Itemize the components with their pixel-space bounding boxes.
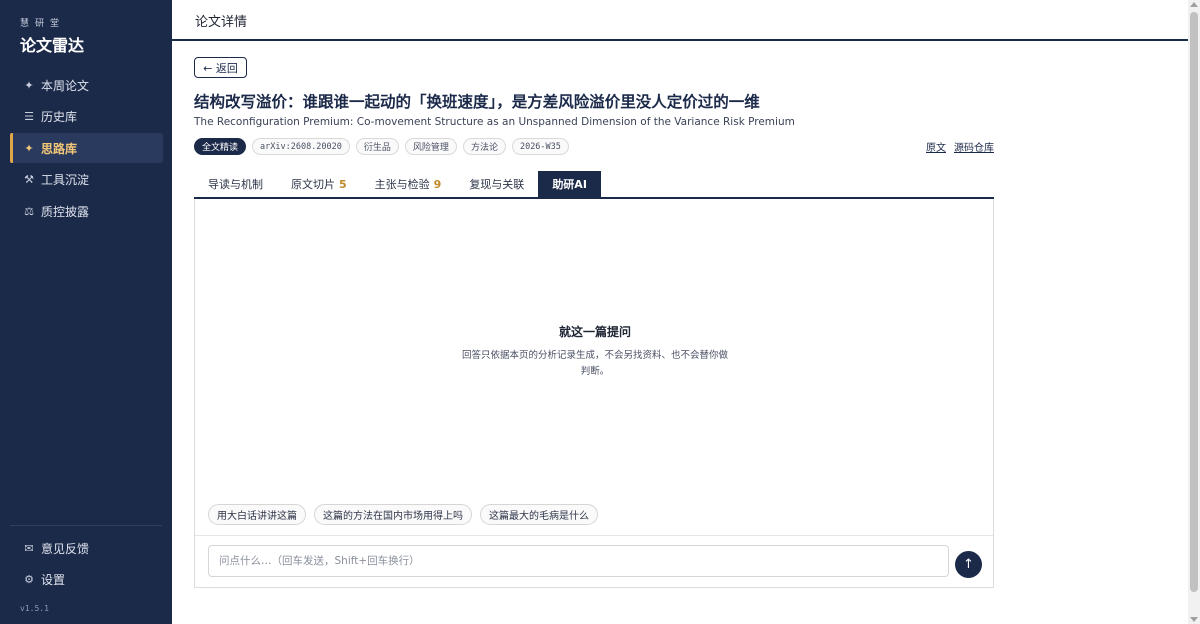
empty-state-description: 回答只依据本页的分析记录生成，不会另找资料、也不会替你做判断。: [461, 350, 728, 377]
page-title: 论文详情: [195, 15, 248, 30]
arrow-up-icon: ↑: [963, 557, 974, 572]
back-button[interactable]: ← 返回: [194, 57, 247, 78]
sidebar-divider: [10, 525, 162, 526]
detail-tabs: 导读与机制 原文切片 5 主张与检验 9 复现与关联 助研AI: [194, 171, 994, 199]
empty-state-title: 就这一篇提问: [558, 325, 631, 339]
mail-icon: ✉: [24, 541, 34, 555]
paper-english-title: The Reconfiguration Premium: Co-movement…: [194, 116, 795, 128]
tab-replication[interactable]: 复现与关联: [455, 171, 538, 197]
assistant-panel: 就这一篇提问 回答只依据本页的分析记录生成，不会另找资料、也不会替你做判断。 用…: [194, 199, 994, 588]
paper-links: 原文 源码仓库: [926, 139, 994, 154]
paper-title: 结构改写溢价：谁跟谁一起动的「换班速度」，是方差风险溢价里没人定价过的一维: [194, 92, 760, 111]
sidebar-item-history[interactable]: ☰ 历史库: [10, 102, 163, 132]
scroll-thumb[interactable]: [1190, 12, 1198, 592]
tag-week: 2026-W35: [511, 138, 569, 155]
tag-category: 风险管理: [404, 138, 457, 155]
sidebar-nav: ✦ 本周论文 ☰ 历史库 ✦ 思路库 ⚒ 工具沉淀 ⚖ 质控披露: [10, 70, 163, 228]
tab-label: 复现与关联: [469, 178, 525, 191]
tab-count-badge: 9: [433, 177, 442, 191]
source-repo-link[interactable]: 源码仓库: [954, 139, 994, 154]
sidebar-item-ideas[interactable]: ✦ 思路库: [10, 133, 163, 164]
tab-guide-mechanism[interactable]: 导读与机制: [194, 171, 277, 197]
sidebar-item-tools[interactable]: ⚒ 工具沉淀: [10, 165, 163, 195]
sidebar-item-label: 思路库: [41, 141, 78, 156]
paper-tags: 全文精读 arXiv:2608.20020 衍生品 风险管理 方法论 2026-…: [194, 138, 569, 155]
gear-icon: ⚙: [24, 573, 34, 587]
sidebar-item-label: 意见反馈: [41, 541, 90, 556]
original-paper-link[interactable]: 原文: [926, 139, 946, 154]
scroll-up-arrow-icon[interactable]: [1190, 2, 1198, 7]
input-divider: [195, 535, 993, 536]
scale-icon: ⚖: [24, 204, 34, 218]
tag-category: 方法论: [462, 138, 506, 155]
tab-count-badge: 5: [339, 177, 347, 191]
tab-label: 主张与检验: [374, 178, 430, 191]
tag-reading-level: 全文精读: [194, 138, 247, 155]
suggestion-chip[interactable]: 这篇的方法在国内市场用得上吗: [314, 504, 472, 525]
tab-source-slices[interactable]: 原文切片 5: [277, 171, 361, 197]
suggestion-chip[interactable]: 用大白话讲讲这篇: [208, 504, 306, 525]
tab-label: 助研AI: [552, 178, 587, 191]
tools-icon: ⚒: [24, 173, 34, 187]
page-scrollbar[interactable]: [1188, 0, 1200, 624]
suggested-questions: 用大白话讲讲这篇 这篇的方法在国内市场用得上吗 这篇最大的毛病是什么: [208, 504, 598, 525]
star-icon: ✦: [24, 141, 34, 155]
tab-label: 导读与机制: [208, 178, 263, 191]
tab-claims-tests[interactable]: 主张与检验 9: [361, 171, 456, 197]
app-version: v1.5.1: [20, 604, 49, 613]
sidebar: 慧研堂 论文雷达 ✦ 本周论文 ☰ 历史库 ✦ 思路库 ⚒ 工具沉淀 ⚖ 质控披…: [0, 0, 172, 624]
sidebar-bottom-nav: ✉ 意见反馈 ⚙ 设置: [10, 533, 163, 596]
sidebar-item-label: 本周论文: [41, 78, 90, 93]
tab-label: 原文切片: [291, 178, 335, 191]
sidebar-item-label: 工具沉淀: [41, 173, 90, 188]
sparkle-icon: ✦: [24, 78, 34, 92]
sidebar-item-qc-disclosure[interactable]: ⚖ 质控披露: [10, 196, 163, 226]
list-icon: ☰: [24, 110, 34, 124]
tag-category: 衍生品: [355, 138, 399, 155]
tab-research-ai[interactable]: 助研AI: [538, 171, 601, 197]
scroll-down-arrow-icon[interactable]: [1190, 617, 1198, 622]
tag-arxiv-id: arXiv:2608.20020: [252, 138, 350, 155]
sidebar-item-label: 质控披露: [41, 204, 90, 219]
sidebar-item-feedback[interactable]: ✉ 意见反馈: [10, 533, 163, 563]
suggestion-chip[interactable]: 这篇最大的毛病是什么: [480, 504, 598, 525]
question-input[interactable]: [208, 545, 949, 577]
page-header: 论文详情: [172, 0, 1188, 41]
sidebar-item-settings[interactable]: ⚙ 设置: [10, 565, 163, 595]
send-button[interactable]: ↑: [955, 551, 982, 578]
brand-title: 论文雷达: [20, 36, 85, 55]
sidebar-item-label: 设置: [41, 573, 66, 588]
sidebar-item-label: 历史库: [41, 110, 78, 125]
sidebar-item-weekly-papers[interactable]: ✦ 本周论文: [10, 70, 163, 100]
brand-subtitle: 慧研堂: [20, 19, 66, 29]
